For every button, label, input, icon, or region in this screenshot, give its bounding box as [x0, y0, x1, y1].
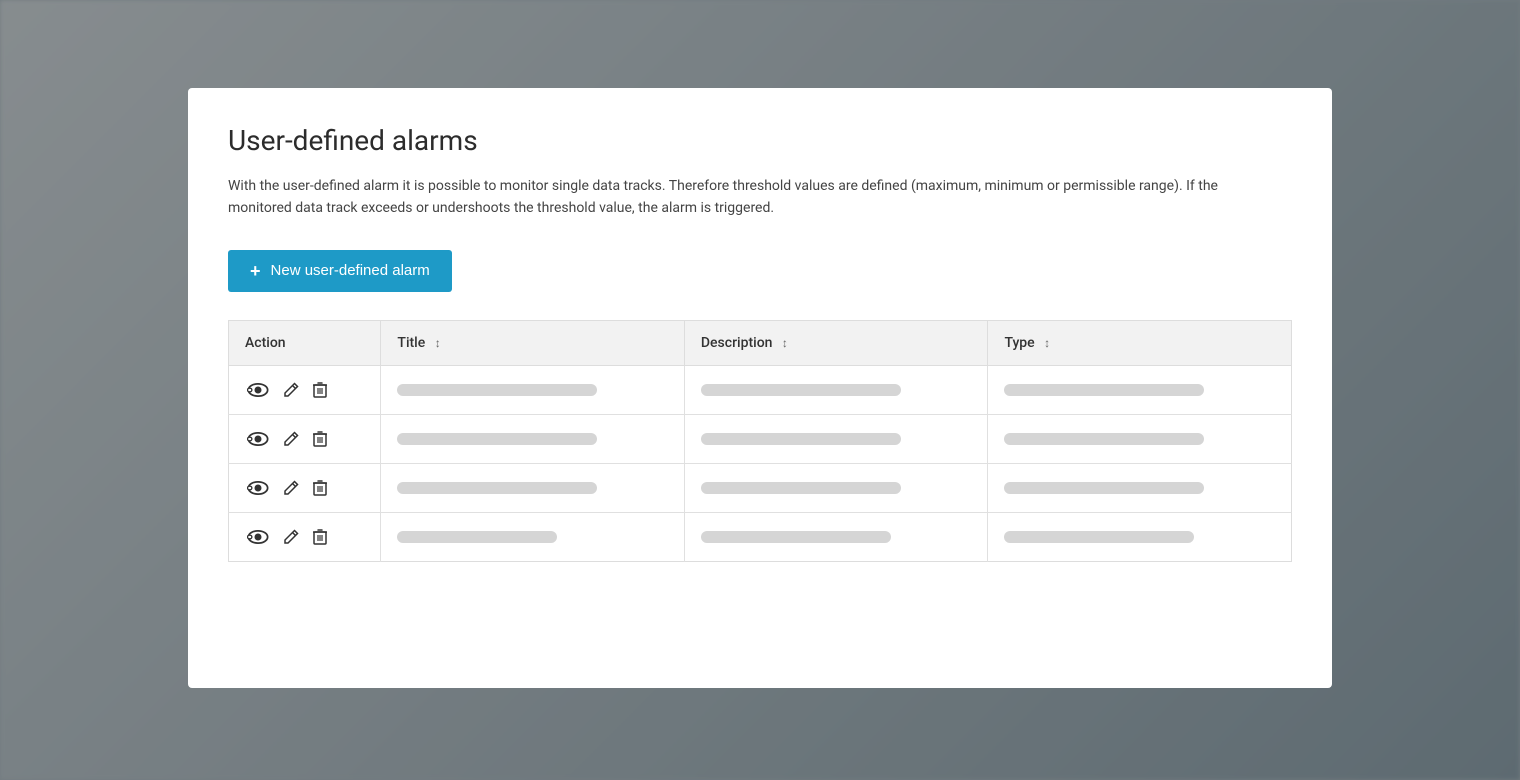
delete-button[interactable]: [311, 478, 329, 498]
description-skeleton: [701, 384, 901, 396]
eye-icon: [247, 530, 269, 544]
toggle-visibility-button[interactable]: [245, 479, 271, 497]
plus-icon: +: [250, 262, 261, 280]
pencil-icon: [283, 480, 299, 496]
col-description[interactable]: Description ↕: [684, 320, 988, 365]
type-cell: [988, 365, 1292, 414]
title-cell: [381, 512, 685, 561]
title-cell: [381, 365, 685, 414]
title-skeleton: [397, 531, 557, 543]
title-cell: [381, 463, 685, 512]
trash-icon: [313, 480, 327, 496]
description-cell: [684, 365, 988, 414]
description-cell: [684, 463, 988, 512]
col-action: Action: [229, 320, 381, 365]
title-skeleton: [397, 433, 597, 445]
type-skeleton: [1004, 531, 1194, 543]
delete-button[interactable]: [311, 429, 329, 449]
action-cell: [229, 414, 381, 463]
table-header-row: Action Title ↕ Description ↕ Type ↕: [229, 320, 1292, 365]
action-cell: [229, 365, 381, 414]
eye-icon: [247, 481, 269, 495]
action-cell: [229, 512, 381, 561]
edit-button[interactable]: [281, 527, 301, 547]
delete-button[interactable]: [311, 380, 329, 400]
type-skeleton: [1004, 384, 1204, 396]
trash-icon: [313, 431, 327, 447]
pencil-icon: [283, 529, 299, 545]
title-skeleton: [397, 482, 597, 494]
pencil-icon: [283, 382, 299, 398]
sort-title-icon: ↕: [435, 336, 441, 350]
pencil-icon: [283, 431, 299, 447]
description-cell: [684, 512, 988, 561]
sort-description-icon: ↕: [782, 336, 788, 350]
type-cell: [988, 463, 1292, 512]
modal-title: User-defined alarms: [228, 124, 1292, 157]
title-cell: [381, 414, 685, 463]
eye-icon: [247, 432, 269, 446]
type-skeleton: [1004, 482, 1204, 494]
edit-button[interactable]: [281, 478, 301, 498]
user-defined-alarms-modal: User-defined alarms With the user-define…: [188, 88, 1332, 688]
type-skeleton: [1004, 433, 1204, 445]
edit-button[interactable]: [281, 380, 301, 400]
table-row: [229, 463, 1292, 512]
description-skeleton: [701, 433, 901, 445]
trash-icon: [313, 382, 327, 398]
new-alarm-button[interactable]: + New user-defined alarm: [228, 250, 452, 292]
trash-icon: [313, 529, 327, 545]
action-cell: [229, 463, 381, 512]
col-type[interactable]: Type ↕: [988, 320, 1292, 365]
col-title[interactable]: Title ↕: [381, 320, 685, 365]
title-skeleton: [397, 384, 597, 396]
new-alarm-button-label: New user-defined alarm: [271, 262, 430, 279]
toggle-visibility-button[interactable]: [245, 430, 271, 448]
alarms-table: Action Title ↕ Description ↕ Type ↕: [228, 320, 1292, 562]
table-row: [229, 365, 1292, 414]
description-skeleton: [701, 482, 901, 494]
toggle-visibility-button[interactable]: [245, 528, 271, 546]
table-row: [229, 512, 1292, 561]
table-row: [229, 414, 1292, 463]
type-cell: [988, 512, 1292, 561]
sort-type-icon: ↕: [1044, 336, 1050, 350]
edit-button[interactable]: [281, 429, 301, 449]
toggle-visibility-button[interactable]: [245, 381, 271, 399]
type-cell: [988, 414, 1292, 463]
modal-description: With the user-defined alarm it is possib…: [228, 175, 1268, 220]
delete-button[interactable]: [311, 527, 329, 547]
eye-icon: [247, 383, 269, 397]
description-skeleton: [701, 531, 891, 543]
description-cell: [684, 414, 988, 463]
